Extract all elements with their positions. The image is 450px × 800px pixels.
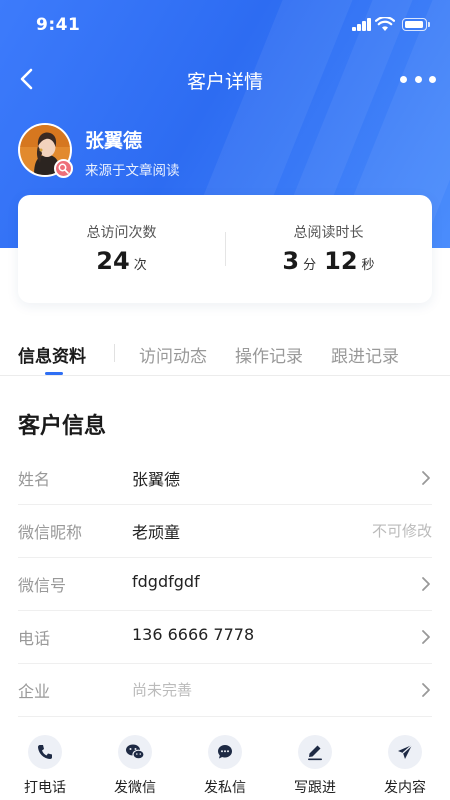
- chevron-right-icon: [422, 630, 430, 644]
- write-followup-button[interactable]: 写跟进: [280, 735, 350, 797]
- total-visits-value: 24 次: [18, 247, 225, 275]
- source-badge-icon: [54, 159, 73, 178]
- tab-followups[interactable]: 跟进记录: [331, 342, 399, 367]
- action-label: 发微信: [114, 780, 156, 796]
- wifi-icon: [375, 17, 395, 31]
- seconds-unit: 秒: [361, 258, 375, 273]
- stats-card: 总访问次数 24 次 总阅读时长 3 分 12 秒: [18, 195, 432, 303]
- call-button[interactable]: 打电话: [10, 735, 80, 797]
- avatar[interactable]: [18, 123, 73, 178]
- action-label: 打电话: [24, 780, 66, 796]
- minutes-unit: 分: [303, 258, 317, 273]
- total-read-time-stat: 总阅读时长 3 分 12 秒: [225, 195, 432, 303]
- private-message-button[interactable]: 发私信: [190, 735, 260, 797]
- info-row-name[interactable]: 姓名 张翼德: [18, 452, 432, 505]
- tab-divider: [114, 344, 115, 362]
- customer-name: 张翼德: [85, 130, 143, 152]
- info-label: 微信号: [18, 576, 67, 595]
- nav-bar: 客户详情: [0, 55, 450, 103]
- read-seconds: 12: [324, 247, 358, 275]
- info-row-wechat-nickname: 微信昵称 老顽童 不可修改: [18, 505, 432, 558]
- wechat-icon: [118, 735, 152, 769]
- info-row-phone[interactable]: 电话 136 6666 7778: [18, 611, 432, 664]
- info-row-company[interactable]: 企业 尚未完善: [18, 664, 432, 717]
- total-visits-label: 总访问次数: [86, 225, 157, 241]
- customer-profile: 张翼德 来源于文章阅读: [18, 123, 438, 179]
- phone-icon: [28, 735, 62, 769]
- page-title: 客户详情: [186, 71, 263, 93]
- info-value: 尚未完善: [132, 681, 193, 699]
- wechat-button[interactable]: 发微信: [100, 735, 170, 797]
- customer-source: 来源于文章阅读: [85, 163, 180, 179]
- tab-info[interactable]: 信息资料: [18, 342, 86, 367]
- chevron-right-icon: [422, 471, 430, 485]
- pen-icon: [298, 735, 332, 769]
- send-icon: [388, 735, 422, 769]
- info-label: 电话: [18, 629, 51, 648]
- battery-icon: [402, 18, 430, 31]
- info-value: 136 6666 7778: [132, 625, 255, 644]
- read-minutes: 3: [282, 247, 300, 275]
- send-content-button[interactable]: 发内容: [370, 735, 440, 797]
- tab-visits[interactable]: 访问动态: [139, 342, 207, 367]
- status-time: 9:41: [36, 15, 81, 35]
- section-title: 客户信息: [18, 414, 107, 439]
- info-label: 企业: [18, 682, 51, 701]
- info-label: 姓名: [18, 470, 51, 489]
- more-options-icon[interactable]: [400, 67, 436, 91]
- info-value: 老顽童: [132, 523, 181, 542]
- total-read-time-value: 3 分 12 秒: [225, 247, 432, 275]
- info-value: fdgdfgdf: [132, 572, 200, 591]
- action-label: 发私信: [204, 780, 246, 796]
- visits-unit: 次: [133, 258, 147, 273]
- info-value: 张翼德: [132, 470, 181, 489]
- readonly-note: 不可修改: [371, 522, 432, 540]
- total-read-time-label: 总阅读时长: [293, 225, 364, 241]
- bottom-action-bar: 打电话 发微信 发私信 写跟进 发内容: [0, 730, 450, 800]
- active-tab-indicator: [45, 372, 63, 375]
- info-row-wechat-id[interactable]: 微信号 fdgdfgdf: [18, 558, 432, 611]
- tab-operations[interactable]: 操作记录: [235, 342, 303, 367]
- total-visits-stat: 总访问次数 24 次: [18, 195, 225, 303]
- message-icon: [208, 735, 242, 769]
- action-label: 发内容: [384, 780, 426, 796]
- chevron-right-icon: [422, 683, 430, 697]
- info-label: 微信昵称: [18, 523, 83, 542]
- status-bar: 9:41: [0, 0, 450, 52]
- cellular-signal-icon: [352, 18, 372, 31]
- chevron-right-icon: [422, 577, 430, 591]
- visits-count: 24: [96, 247, 130, 275]
- action-label: 写跟进: [294, 780, 336, 796]
- tab-bar: 信息资料 访问动态 操作记录 跟进记录: [0, 330, 450, 376]
